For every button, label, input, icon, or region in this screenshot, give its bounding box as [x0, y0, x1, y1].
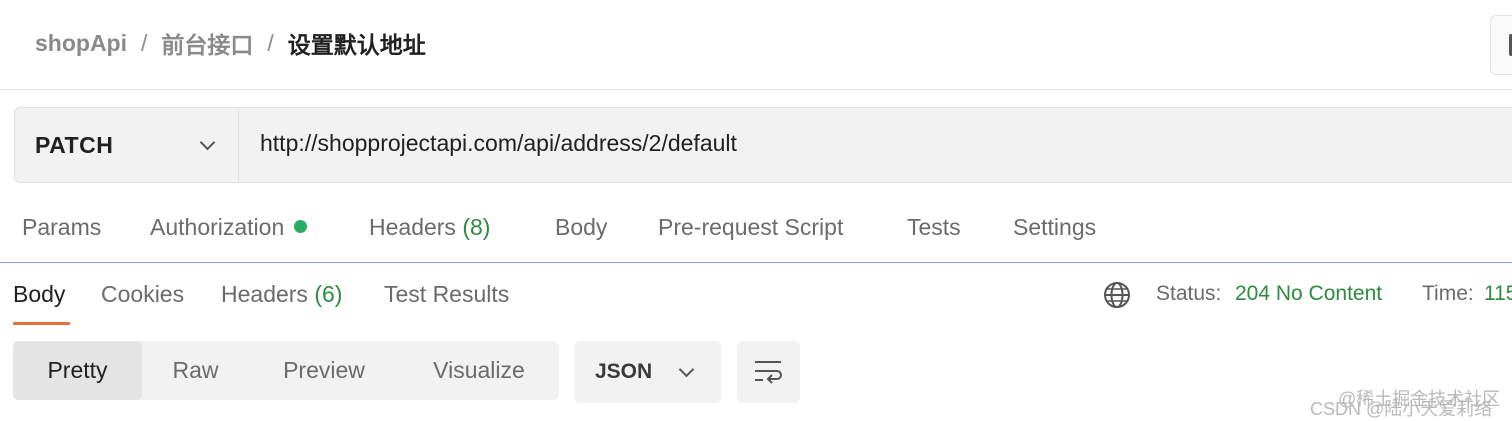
tab-headers[interactable]: Headers (8): [369, 214, 490, 241]
tab-pre-request-script[interactable]: Pre-request Script: [658, 214, 843, 241]
status-value[interactable]: 204 No Content: [1235, 282, 1382, 306]
method-label: PATCH: [35, 132, 114, 158]
response-tab-cookies[interactable]: Cookies: [101, 281, 184, 308]
tab-tests[interactable]: Tests: [907, 214, 961, 241]
tab-body[interactable]: Body: [555, 214, 607, 241]
breadcrumb-separator: /: [267, 29, 274, 56]
auth-status-dot-icon: [294, 220, 308, 233]
response-tab-test-results[interactable]: Test Results: [384, 281, 509, 308]
sidebar-toggle-button[interactable]: [1490, 15, 1512, 75]
status-label: Status:: [1156, 282, 1222, 305]
tab-headers-label: Headers: [369, 214, 456, 240]
tab-settings[interactable]: Settings: [1013, 214, 1096, 241]
breadcrumb: shopApi / 前台接口 / 设置默认地址: [35, 27, 426, 59]
time-label: Time:: [1422, 282, 1474, 305]
view-mode-visualize[interactable]: Visualize: [399, 341, 559, 400]
active-tab-indicator: [13, 322, 70, 325]
view-mode-raw[interactable]: Raw: [142, 341, 249, 400]
wrap-lines-icon: [755, 361, 782, 384]
globe-icon[interactable]: [1103, 281, 1131, 309]
breadcrumb-folder[interactable]: 前台接口: [161, 26, 253, 60]
response-tab-headers[interactable]: Headers (6): [221, 281, 342, 308]
chevron-down-icon: [199, 134, 216, 151]
wrap-lines-button[interactable]: [737, 341, 800, 403]
tab-authorization-label: Authorization: [150, 214, 285, 240]
response-tab-body[interactable]: Body: [13, 281, 65, 308]
breadcrumb-collection[interactable]: shopApi: [35, 30, 127, 57]
header-divider: [0, 89, 1512, 90]
view-mode-pretty[interactable]: Pretty: [13, 341, 142, 400]
chevron-down-icon: [678, 361, 695, 378]
tab-headers-count: (8): [462, 214, 491, 240]
tab-params[interactable]: Params: [22, 214, 101, 241]
method-select[interactable]: PATCH: [15, 108, 239, 182]
time-value[interactable]: 115: [1484, 282, 1512, 306]
view-mode-selector: Pretty Raw Preview Visualize: [13, 341, 559, 400]
watermark-line2: CSDN @陆小天爱莉络: [1310, 399, 1493, 419]
breadcrumb-separator: /: [141, 29, 148, 56]
response-tab-headers-count: (6): [314, 281, 343, 307]
response-tab-headers-label: Headers: [221, 281, 308, 307]
view-mode-preview[interactable]: Preview: [249, 341, 399, 400]
format-label: JSON: [595, 360, 653, 383]
response-divider[interactable]: [0, 262, 1512, 263]
url-input[interactable]: http://shopprojectapi.com/api/address/2/…: [260, 130, 737, 157]
format-select[interactable]: JSON: [574, 341, 721, 403]
request-bar: PATCH http://shopprojectapi.com/api/addr…: [14, 107, 1512, 183]
breadcrumb-request[interactable]: 设置默认地址: [288, 26, 426, 60]
tab-authorization[interactable]: Authorization: [150, 214, 308, 241]
